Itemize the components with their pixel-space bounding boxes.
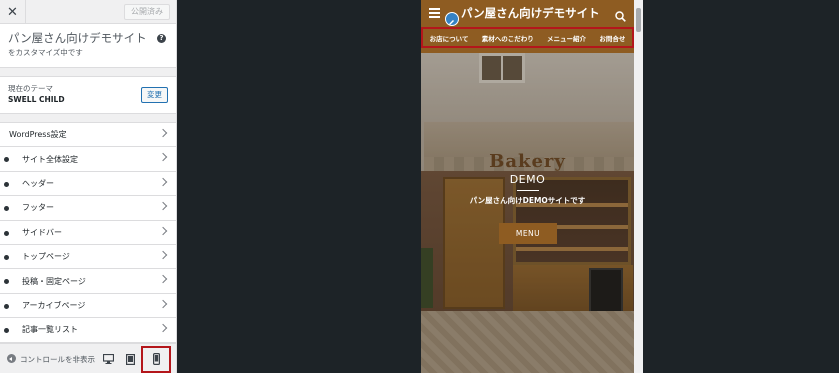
menu-item-footer[interactable]: フッター <box>0 196 176 221</box>
customizer-sidebar: ✕ 公開済み パン屋さん向けデモサイト をカスタマイズ中です ? 現在のテーマ … <box>0 0 177 373</box>
menu-item-header[interactable]: ヘッダー <box>0 171 176 197</box>
edit-dot-icon <box>4 157 9 163</box>
change-theme-button[interactable]: 変更 <box>141 87 168 103</box>
menu-item-label: 投稿・固定ページ <box>22 276 86 286</box>
menu-item-archive[interactable]: アーカイブページ <box>0 293 176 319</box>
site-preview: Bakery DEMO パン屋さん向けDEMOサイトです MENU パン屋さん向… <box>421 0 634 373</box>
nav-item-ingredients[interactable]: 素材へのこだわり <box>482 33 534 43</box>
nav-item-about[interactable]: お店について <box>430 33 469 43</box>
menu-item-label: ヘッダー <box>22 178 54 188</box>
desktop-icon[interactable] <box>101 352 115 366</box>
chevron-right-icon <box>158 153 168 162</box>
customizer-info: パン屋さん向けデモサイト をカスタマイズ中です ? <box>0 24 176 68</box>
menu-item-label: アーカイブページ <box>22 300 86 310</box>
edit-shortcut-icon[interactable] <box>445 12 459 26</box>
chevron-right-icon <box>158 323 168 333</box>
help-icon[interactable]: ? <box>157 34 166 43</box>
hero-sign-text: Bakery <box>489 151 566 172</box>
edit-dot-icon <box>4 328 9 334</box>
mobile-device-highlight <box>141 346 171 373</box>
menu-item-post-list[interactable]: 記事一覧リスト <box>0 318 176 343</box>
chevron-right-icon <box>158 201 168 211</box>
menu-item-wordpress-settings[interactable]: WordPress設定 <box>0 123 176 148</box>
chevron-right-icon <box>158 177 168 187</box>
menu-item-posts-pages[interactable]: 投稿・固定ページ <box>0 269 176 294</box>
menu-item-label: サイト全体設定 <box>22 154 78 164</box>
site-brand[interactable]: パン屋さん向けデモサイト <box>461 5 600 21</box>
close-customizer-button[interactable]: ✕ <box>0 0 26 24</box>
menu-item-label: フッター <box>22 203 54 213</box>
chevron-right-icon <box>158 128 168 138</box>
publish-button[interactable]: 公開済み <box>124 4 170 20</box>
hero-section: Bakery DEMO パン屋さん向けDEMOサイトです MENU <box>421 53 634 373</box>
collapse-sidebar-icon[interactable] <box>7 354 16 363</box>
theme-section: 現在のテーマ SWELL CHILD 変更 <box>0 76 176 114</box>
hero-tagline: パン屋さん向けDEMOサイトです <box>469 196 586 205</box>
nav-item-menu[interactable]: メニュー紹介 <box>547 33 586 43</box>
edit-dot-icon <box>4 279 9 285</box>
tablet-icon[interactable] <box>123 352 137 366</box>
hero-demo-text: DEMO <box>509 173 546 186</box>
nav-item-contact[interactable]: お問合せ <box>599 33 625 43</box>
mobile-icon[interactable] <box>152 350 160 369</box>
chevron-right-icon <box>158 250 168 260</box>
site-title: パン屋さん向けデモサイト <box>8 31 147 45</box>
menu-item-site-settings[interactable]: サイト全体設定 <box>0 147 176 172</box>
menu-item-label: WordPress設定 <box>9 130 67 140</box>
chevron-right-icon <box>158 275 168 284</box>
preview-scrollbar[interactable] <box>634 0 643 373</box>
menu-item-top-page[interactable]: トップページ <box>0 244 176 270</box>
edit-dot-icon <box>4 181 9 187</box>
chevron-right-icon <box>158 226 168 235</box>
chevron-right-icon <box>158 299 168 308</box>
global-nav: お店について 素材へのこだわり メニュー紹介 お問合せ <box>421 27 634 48</box>
hero-overlay <box>421 53 634 373</box>
hamburger-menu-icon[interactable] <box>429 8 440 20</box>
edit-dot-icon <box>4 254 9 260</box>
customizer-menu: WordPress設定 サイト全体設定 ヘッダー フッター サイドバー トップペ… <box>0 122 176 343</box>
hero-divider <box>517 190 539 191</box>
scrollbar-thumb[interactable] <box>636 8 641 32</box>
edit-dot-icon <box>4 230 9 236</box>
customizer-topbar: ✕ 公開済み <box>0 0 176 24</box>
customizer-footer: コントロールを非表示 <box>0 343 176 373</box>
menu-item-label: トップページ <box>22 252 70 262</box>
menu-item-sidebar[interactable]: サイドバー <box>0 220 176 245</box>
site-header: パン屋さん向けデモサイト お店について 素材へのこだわり メニュー紹介 お問合せ <box>421 0 634 53</box>
menu-item-label: サイドバー <box>22 227 62 237</box>
customizing-label: をカスタマイズ中です <box>8 48 83 57</box>
menu-item-label: 記事一覧リスト <box>22 325 78 335</box>
edit-dot-icon <box>4 303 9 309</box>
hide-controls-label[interactable]: コントロールを非表示 <box>20 354 95 365</box>
hero-menu-button[interactable]: MENU <box>499 223 557 244</box>
search-icon[interactable] <box>615 7 626 22</box>
edit-dot-icon <box>4 206 9 212</box>
